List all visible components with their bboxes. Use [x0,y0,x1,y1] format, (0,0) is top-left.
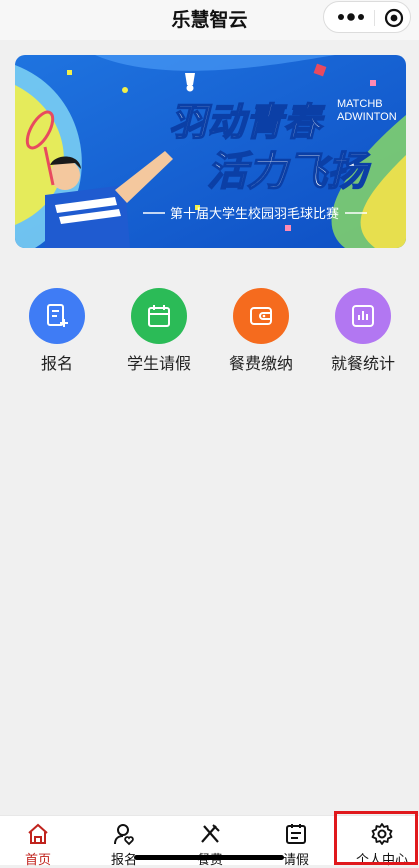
bar-chart-icon [352,305,374,327]
home-indicator [134,855,284,860]
form-edit-icon [47,304,68,327]
quick-entry-grid: 报名 学生请假 餐费缴纳 就餐统计 [0,288,419,378]
banner-subtitle: 第十届大学生校园羽毛球比赛 [170,206,339,221]
banner-headline-2: 活力飞扬 [207,150,371,194]
more-icon[interactable] [336,10,366,24]
grid-icon-circle [131,288,187,344]
grid-item-signup[interactable]: 报名 [7,288,107,378]
close-icon[interactable] [384,8,404,28]
tab-label: 首页 [24,853,51,868]
banner[interactable]: 羽动青春 活力飞扬 MATCHB ADWINTON 第十届大学生校园羽毛球比赛 [15,55,406,248]
calendar-list-icon [286,824,306,844]
grid-item-meal-stats[interactable]: 就餐统计 [313,288,413,378]
banner-en-1: MATCHB [337,98,383,110]
grid-label: 学生请假 [126,354,191,373]
home-icon [28,823,48,844]
tab-profile[interactable]: 个人中心 [342,816,419,868]
banner-en-2: ADWINTON [337,111,397,123]
calendar-icon [148,305,170,327]
wallet-icon [250,307,272,325]
grid-item-meal-payment[interactable]: 餐费缴纳 [211,288,311,378]
grid-label: 就餐统计 [330,354,395,373]
tab-label: 个人中心 [355,853,408,868]
grid-icon-circle [335,288,391,344]
gear-icon [371,823,393,845]
grid-icon-circle [29,288,85,344]
grid-icon-circle [233,288,289,344]
banner-headline-1: 羽动青春 [169,102,325,144]
utensils-icon [201,824,220,843]
banner-art: 羽动青春 活力飞扬 MATCHB ADWINTON 第十届大学生校园羽毛球比赛 [15,55,406,248]
tab-home[interactable]: 首页 [0,816,78,868]
mini-program-capsule [323,1,411,33]
user-heart-icon [114,824,134,846]
capsule-divider [374,10,375,26]
grid-label: 报名 [40,354,73,373]
grid-label: 餐费缴纳 [228,354,293,373]
grid-item-student-leave[interactable]: 学生请假 [109,288,209,378]
nav-bar: 乐慧智云 [0,0,419,40]
